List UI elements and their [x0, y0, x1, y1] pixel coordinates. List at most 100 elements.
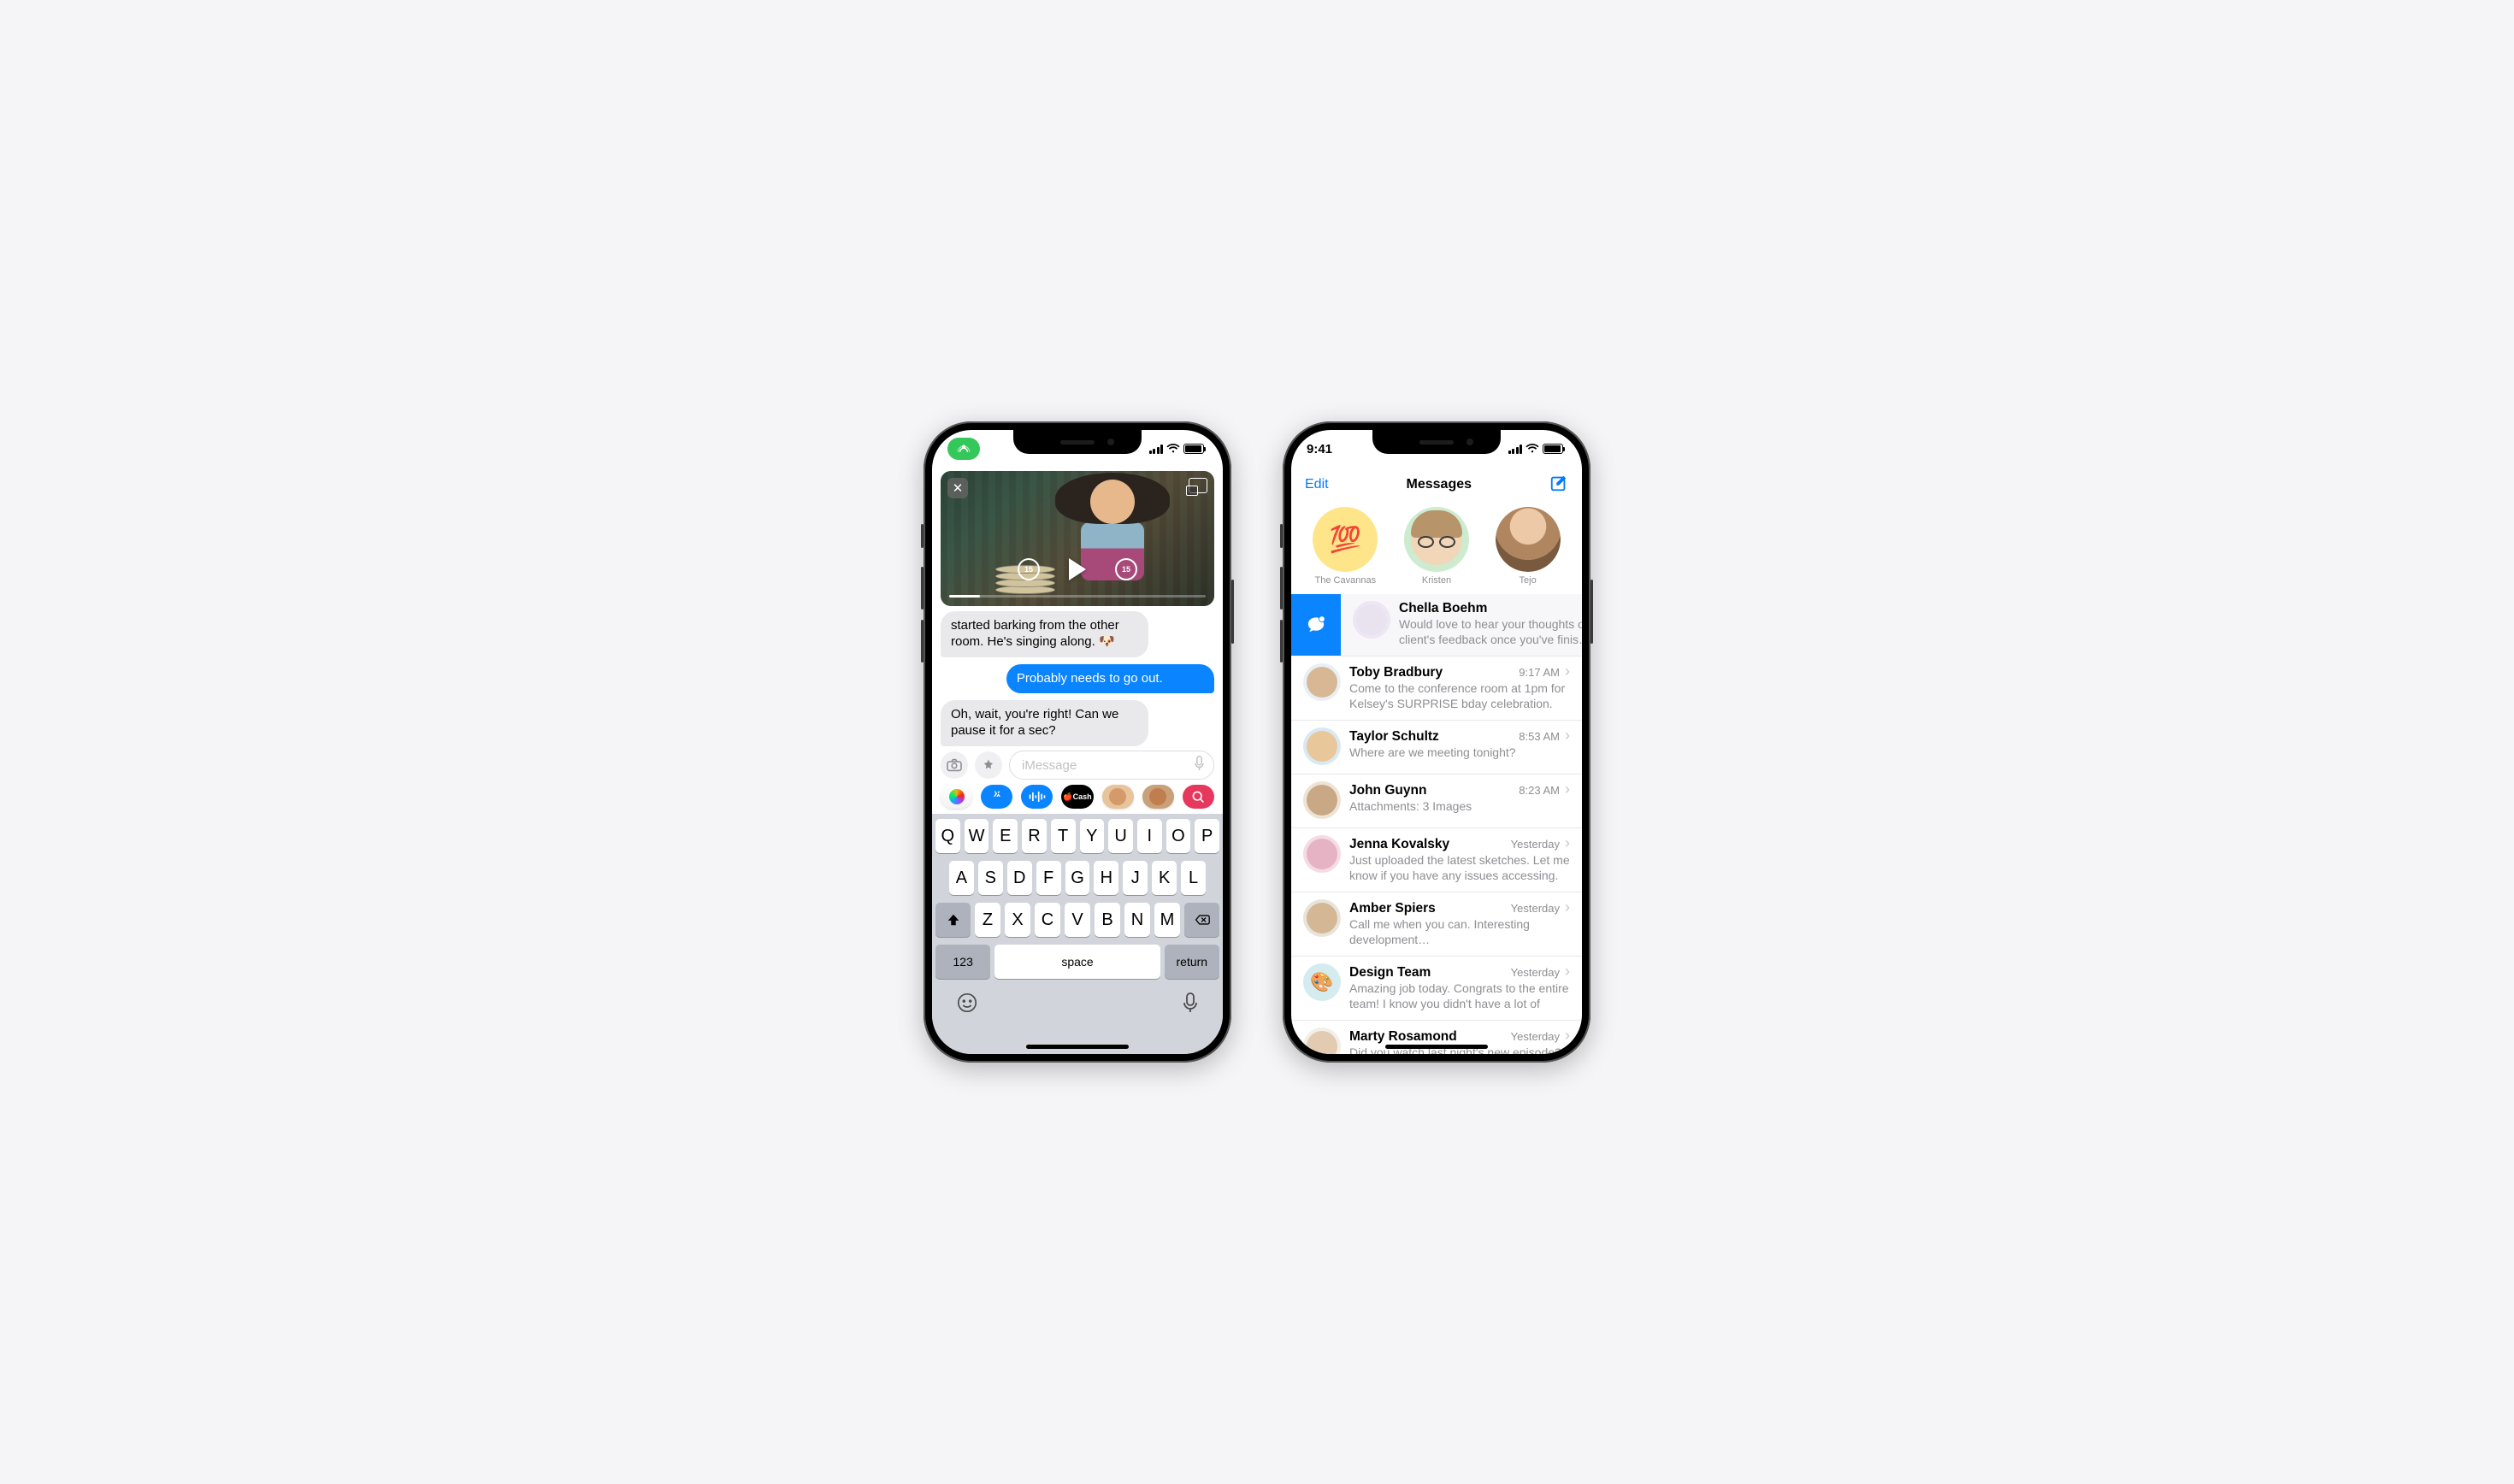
battery-icon — [1543, 444, 1563, 454]
apple-cash-icon[interactable]: 🍎Cash — [1061, 785, 1093, 809]
key-return[interactable]: return — [1165, 945, 1219, 979]
memoji-app-icon[interactable] — [1102, 785, 1134, 809]
pinned-conversations: 💯 The Cavannas Kristen Tejo — [1291, 502, 1582, 594]
key-space[interactable]: space — [994, 945, 1160, 979]
keyboard[interactable]: Q W E R T Y U I O P A S D F G H — [932, 814, 1223, 1054]
audio-app-icon[interactable] — [1021, 785, 1053, 809]
key-y[interactable]: Y — [1080, 819, 1105, 853]
key-o[interactable]: O — [1166, 819, 1191, 853]
skip-fwd-15-icon[interactable]: 15 — [1115, 558, 1137, 580]
emoji-keyboard-icon[interactable] — [956, 992, 978, 1018]
wifi-icon — [1526, 444, 1539, 454]
status-time: 9:41 — [1307, 442, 1332, 456]
edit-button[interactable]: Edit — [1305, 477, 1329, 492]
avatar — [1303, 727, 1341, 765]
key-x[interactable]: X — [1005, 903, 1030, 937]
message-bubble-in[interactable]: Oh, wait, you're right! Can we pause it … — [941, 700, 1148, 746]
conversation-list[interactable]: Chella Boehm9:3 Would love to hear your … — [1291, 594, 1582, 1054]
play-icon[interactable] — [1069, 558, 1086, 580]
key-z[interactable]: Z — [975, 903, 1000, 937]
chevron-right-icon: › — [1565, 963, 1570, 979]
avatar — [1303, 835, 1341, 873]
iphone-right: 9:41 Edit Messages 💯 The Cavannas — [1283, 421, 1590, 1063]
photos-app-icon[interactable] — [941, 785, 972, 809]
key-s[interactable]: S — [978, 861, 1003, 895]
close-icon[interactable]: ✕ — [947, 478, 968, 498]
key-q[interactable]: Q — [935, 819, 960, 853]
key-r[interactable]: R — [1022, 819, 1047, 853]
key-c[interactable]: C — [1035, 903, 1060, 937]
message-bubble-in[interactable]: started barking from the other room. He'… — [941, 611, 1148, 657]
key-u[interactable]: U — [1108, 819, 1133, 853]
key-v[interactable]: V — [1065, 903, 1090, 937]
pip-video[interactable]: ✕ 15 15 — [941, 471, 1214, 606]
pinned-contact[interactable]: Kristen — [1404, 507, 1469, 586]
key-d[interactable]: D — [1007, 861, 1032, 895]
key-m[interactable]: M — [1154, 903, 1180, 937]
mark-unread-action[interactable] — [1291, 594, 1341, 656]
appstore-app-icon[interactable] — [981, 785, 1012, 809]
key-e[interactable]: E — [993, 819, 1018, 853]
key-p[interactable]: P — [1195, 819, 1219, 853]
key-a[interactable]: A — [949, 861, 974, 895]
key-j[interactable]: J — [1123, 861, 1148, 895]
wifi-icon — [1166, 444, 1180, 454]
iphone-left: ✕ 15 15 started barking from the other r… — [924, 421, 1231, 1063]
chevron-right-icon: › — [1565, 1028, 1570, 1043]
conversation-row[interactable]: Taylor Schultz8:53 AM› Where are we meet… — [1291, 721, 1582, 774]
key-delete[interactable] — [1184, 903, 1219, 937]
conversation-row[interactable]: Chella Boehm9:3 Would love to hear your … — [1341, 594, 1582, 657]
dictation-icon[interactable] — [1194, 756, 1205, 774]
compose-bar: iMessage — [932, 747, 1223, 785]
key-g[interactable]: G — [1065, 861, 1090, 895]
camera-icon[interactable] — [941, 751, 968, 779]
message-bubble-out[interactable]: Probably needs to go out. — [1006, 664, 1214, 694]
conversation-row[interactable]: Toby Bradbury9:17 AM› Come to the confer… — [1291, 657, 1582, 721]
message-input[interactable]: iMessage — [1009, 751, 1214, 780]
pinned-contact[interactable]: Tejo — [1496, 507, 1561, 586]
key-i[interactable]: I — [1137, 819, 1162, 853]
chevron-right-icon: › — [1565, 781, 1570, 797]
conversation-row[interactable]: Marty RosamondYesterday› Did you watch l… — [1291, 1021, 1582, 1054]
key-f[interactable]: F — [1036, 861, 1061, 895]
video-progress[interactable] — [949, 595, 1206, 598]
key-123[interactable]: 123 — [935, 945, 990, 979]
chevron-right-icon: › — [1565, 899, 1570, 915]
home-indicator[interactable] — [1385, 1045, 1488, 1049]
key-b[interactable]: B — [1095, 903, 1120, 937]
hashtag-images-icon[interactable] — [1183, 785, 1214, 809]
pinned-contact[interactable]: 💯 The Cavannas — [1313, 507, 1378, 586]
conversation-row[interactable]: 🎨 Design TeamYesterday› Amazing job toda… — [1291, 957, 1582, 1021]
skip-back-15-icon[interactable]: 15 — [1018, 558, 1040, 580]
dictate-keyboard-icon[interactable] — [1182, 992, 1199, 1018]
page-title: Messages — [1407, 477, 1472, 492]
key-l[interactable]: L — [1181, 861, 1206, 895]
key-h[interactable]: H — [1094, 861, 1118, 895]
pip-restore-icon[interactable] — [1189, 478, 1207, 493]
chevron-right-icon: › — [1565, 835, 1570, 851]
key-t[interactable]: T — [1051, 819, 1076, 853]
compose-icon[interactable] — [1549, 474, 1568, 497]
conversation-row[interactable]: John Guynn8:23 AM› Attachments: 3 Images — [1291, 774, 1582, 828]
screen-messages-list: 9:41 Edit Messages 💯 The Cavannas — [1291, 430, 1582, 1054]
chevron-right-icon: › — [1565, 727, 1570, 743]
conversation-row[interactable]: Amber SpiersYesterday› Call me when you … — [1291, 892, 1582, 957]
avatar — [1353, 601, 1390, 639]
conversation-row[interactable]: Jenna KovalskyYesterday› Just uploaded t… — [1291, 828, 1582, 892]
cellular-icon — [1149, 445, 1164, 454]
avatar — [1303, 899, 1341, 937]
battery-icon — [1183, 444, 1204, 454]
key-shift[interactable] — [935, 903, 971, 937]
app-drawer-icon[interactable] — [975, 751, 1002, 779]
key-w[interactable]: W — [965, 819, 989, 853]
memoji-app-icon-2[interactable] — [1142, 785, 1174, 809]
key-k[interactable]: K — [1152, 861, 1177, 895]
key-n[interactable]: N — [1124, 903, 1150, 937]
avatar: 🎨 — [1303, 963, 1341, 1001]
shareplay-pill[interactable] — [947, 438, 980, 460]
conversation-thread[interactable]: started barking from the other room. He'… — [932, 606, 1223, 747]
avatar — [1303, 1028, 1341, 1054]
home-indicator[interactable] — [1026, 1045, 1129, 1049]
imessage-app-strip[interactable]: 🍎Cash — [932, 785, 1223, 814]
cellular-icon — [1508, 445, 1523, 454]
